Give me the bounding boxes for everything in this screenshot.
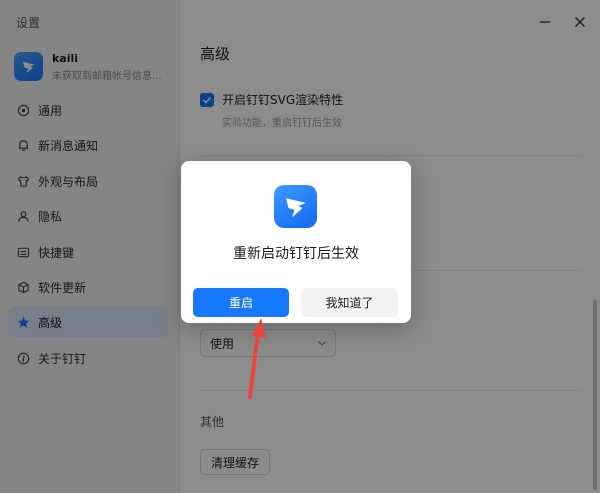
dingtalk-logo-icon <box>274 185 317 228</box>
acknowledge-button[interactable]: 我知道了 <box>301 288 398 317</box>
dialog-message: 重新启动钉钉后生效 <box>233 246 359 262</box>
restart-button[interactable]: 重启 <box>193 288 289 317</box>
restart-dialog: 重新启动钉钉后生效 重启 我知道了 <box>181 161 411 323</box>
